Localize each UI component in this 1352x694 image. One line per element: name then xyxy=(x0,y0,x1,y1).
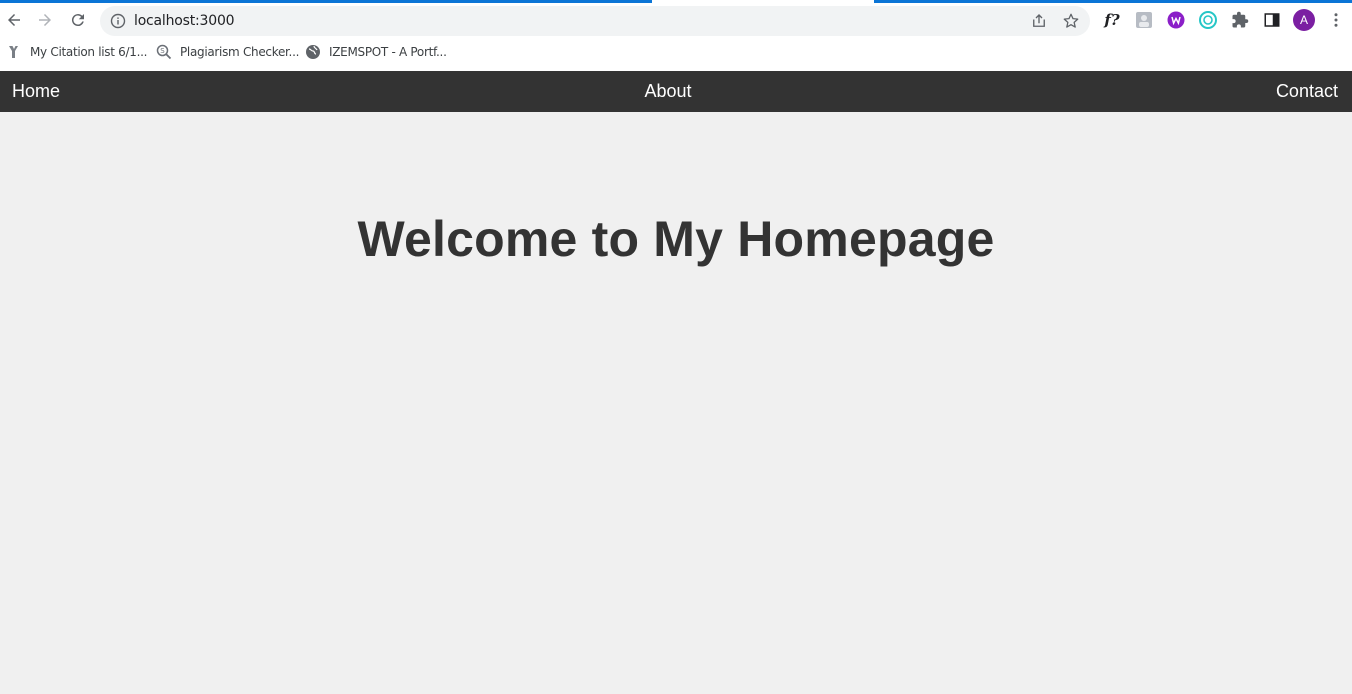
url-text[interactable]: localhost:3000 xyxy=(134,13,235,29)
globe-icon xyxy=(305,44,321,60)
bookmarks-bar: My Citation list 6/1... S Plagiarism Che… xyxy=(0,38,1352,65)
bookmark-izemspot[interactable]: IZEMSPOT - A Portf... xyxy=(305,43,447,61)
w-logo-icon xyxy=(1167,11,1185,29)
puzzle-icon xyxy=(1232,11,1249,28)
forward-button[interactable] xyxy=(32,7,58,33)
site-navbar: Home About Contact xyxy=(0,71,1352,112)
hero-section: Welcome to My Homepage xyxy=(0,210,1352,268)
arrow-right-icon xyxy=(39,14,51,26)
arrow-left-icon xyxy=(8,14,20,26)
formula-icon: f? xyxy=(1104,11,1120,29)
extensions-button[interactable] xyxy=(1230,10,1250,30)
reload-button[interactable] xyxy=(65,7,91,33)
nav-link-home[interactable]: Home xyxy=(12,81,60,102)
image-extension-button[interactable] xyxy=(1134,10,1154,30)
browser-toolbar: localhost:3000 f? A xyxy=(0,3,1352,37)
side-panel-button[interactable] xyxy=(1262,10,1282,30)
bookmark-label: IZEMSPOT - A Portf... xyxy=(329,45,447,59)
photo-icon xyxy=(1136,12,1152,28)
reload-icon xyxy=(71,14,84,27)
address-bar[interactable]: localhost:3000 xyxy=(100,6,1090,36)
side-panel-icon xyxy=(1264,13,1280,27)
bookmark-label: Plagiarism Checker... xyxy=(180,45,300,59)
page-title: Welcome to My Homepage xyxy=(357,211,995,267)
citation-icon xyxy=(6,44,22,60)
more-vert-icon xyxy=(1334,13,1338,27)
openai-icon xyxy=(1199,11,1217,29)
profile-avatar[interactable]: A xyxy=(1293,9,1315,31)
bookmark-citation[interactable]: My Citation list 6/1... xyxy=(6,43,147,61)
ai-extension-button[interactable] xyxy=(1198,10,1218,30)
share-icon[interactable] xyxy=(1030,12,1048,30)
plagiarism-icon: S xyxy=(156,44,172,60)
nav-link-about[interactable]: About xyxy=(644,81,691,102)
formula-extension-button[interactable]: f? xyxy=(1101,10,1123,30)
profile-initial: A xyxy=(1299,13,1308,27)
bookmark-label: My Citation list 6/1... xyxy=(30,45,148,59)
info-icon[interactable] xyxy=(110,13,126,29)
menu-button[interactable] xyxy=(1326,10,1346,30)
bookmark-plagiarism[interactable]: S Plagiarism Checker... xyxy=(156,43,299,61)
svg-text:S: S xyxy=(160,47,165,55)
back-button[interactable] xyxy=(1,7,27,33)
wordtune-extension-button[interactable] xyxy=(1166,10,1186,30)
nav-link-contact[interactable]: Contact xyxy=(1276,81,1338,102)
star-icon[interactable] xyxy=(1062,12,1080,30)
browser-chrome: localhost:3000 f? A My Citation list 6/1… xyxy=(0,0,1352,71)
